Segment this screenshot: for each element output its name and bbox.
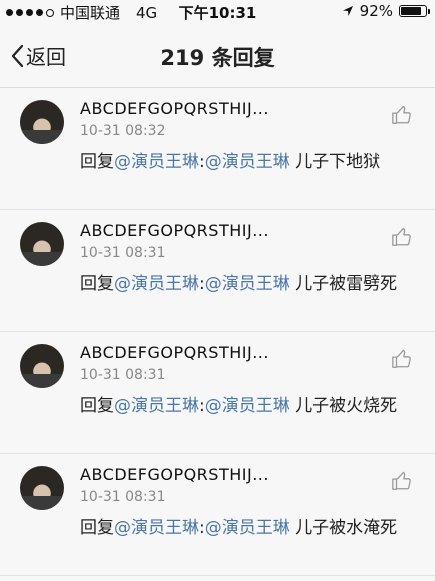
battery-level-fill	[401, 7, 422, 15]
status-right: 92%	[342, 2, 430, 20]
reply-body: 儿子下地狱	[289, 152, 381, 172]
reply-body: 儿子被火烧死	[289, 396, 398, 416]
battery-percent: 92%	[359, 2, 393, 20]
reply-prefix: 回复	[80, 518, 114, 538]
reply-item[interactable]: ABCDEFGOPQRSTHIJ... 10-31 08:31 回复@演员王琳:…	[0, 454, 435, 576]
reply-item[interactable]: ABCDEFGOPQRSTHIJ... 10-31 08:32 回复@演员王琳:…	[0, 88, 435, 210]
reply-item[interactable]: ABCDEFGOPQRSTHIJ... 10-31 08:31 回复@演员王琳:…	[0, 210, 435, 332]
avatar[interactable]	[20, 344, 64, 388]
thumbs-up-icon[interactable]	[391, 348, 413, 370]
thumbs-up-icon[interactable]	[391, 104, 413, 126]
reply-prefix: 回复	[80, 152, 114, 172]
mention-link[interactable]: @演员王琳	[205, 396, 290, 416]
mention-link[interactable]: @演员王琳	[114, 396, 199, 416]
reply-text: 回复@演员王琳:@演员王琳 儿子被火烧死	[80, 392, 410, 420]
nav-bar: 返回 219 条回复	[0, 24, 435, 88]
page-title: 219 条回复	[160, 46, 275, 70]
reply-time: 10-31 08:31	[80, 489, 166, 505]
reply-text: 回复@演员王琳:@演员王琳 儿子被雷劈死	[80, 270, 410, 298]
mention-link[interactable]: @演员王琳	[205, 152, 290, 172]
thumbs-up-icon[interactable]	[391, 470, 413, 492]
reply-username[interactable]: ABCDEFGOPQRSTHIJ...	[80, 343, 269, 362]
reply-username[interactable]: ABCDEFGOPQRSTHIJ...	[80, 99, 269, 118]
reply-item[interactable]: ABCDEFGOPQRSTHIJ... 10-31 08:31 回复@演员王琳:…	[0, 332, 435, 454]
mention-link[interactable]: @演员王琳	[114, 274, 199, 294]
avatar[interactable]	[20, 222, 64, 266]
reply-username[interactable]: ABCDEFGOPQRSTHIJ...	[80, 465, 269, 484]
location-arrow-icon	[342, 6, 353, 16]
battery-icon	[399, 5, 430, 17]
mention-link[interactable]: @演员王琳	[114, 518, 199, 538]
reply-body: 儿子被水淹死	[289, 518, 398, 538]
reply-text: 回复@演员王琳:@演员王琳 儿子下地狱	[80, 148, 410, 176]
avatar[interactable]	[20, 466, 64, 510]
status-bar: 中国联通 4G 下午10:31 92%	[0, 0, 435, 24]
reply-text: 回复@演员王琳:@演员王琳 儿子被水淹死	[80, 514, 410, 542]
reply-username[interactable]: ABCDEFGOPQRSTHIJ...	[80, 221, 269, 240]
mention-link[interactable]: @演员王琳	[205, 518, 290, 538]
reply-list: ABCDEFGOPQRSTHIJ... 10-31 08:32 回复@演员王琳:…	[0, 88, 435, 576]
reply-prefix: 回复	[80, 274, 114, 294]
reply-time: 10-31 08:31	[80, 245, 166, 261]
thumbs-up-icon[interactable]	[391, 226, 413, 248]
reply-body: 儿子被雷劈死	[289, 274, 398, 294]
reply-time: 10-31 08:31	[80, 367, 166, 383]
mention-link[interactable]: @演员王琳	[114, 152, 199, 172]
reply-time: 10-31 08:32	[80, 123, 166, 139]
avatar[interactable]	[20, 100, 64, 144]
reply-prefix: 回复	[80, 396, 114, 416]
mention-link[interactable]: @演员王琳	[205, 274, 290, 294]
